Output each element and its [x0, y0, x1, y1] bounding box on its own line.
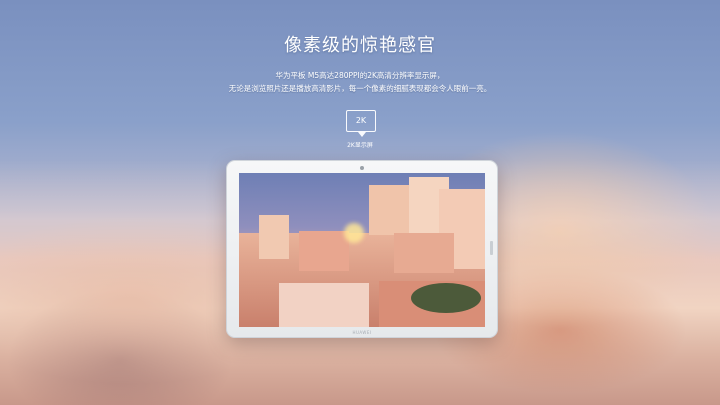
tablet-device: HUAWEI: [226, 160, 498, 338]
tablet-screen: [239, 173, 485, 327]
resolution-badge-caption: 2K显示屏: [347, 142, 373, 149]
screen-tree: [411, 283, 481, 313]
page-title: 像素级的惊艳感官: [284, 35, 436, 56]
screen-building: [299, 231, 349, 271]
tablet-side-button: [490, 241, 493, 255]
screen-building: [279, 283, 369, 327]
screen-light: [344, 223, 364, 243]
resolution-badge-icon: 2K: [346, 110, 376, 137]
screen-building: [369, 185, 409, 235]
description-line-1: 华为平板 M5高达280PPI的2K高清分辨率显示屏，: [275, 71, 445, 80]
screen-building: [394, 233, 454, 273]
camera-icon: [360, 166, 364, 170]
description: 华为平板 M5高达280PPI的2K高清分辨率显示屏， 无论是浏览照片还是播放高…: [0, 69, 720, 95]
description-line-2: 无论是浏览照片还是播放高清影片，每一个像素的细腻表现都会令人眼前一亮。: [228, 84, 492, 93]
screen-building: [259, 215, 289, 259]
tablet-brand-logo: HUAWEI: [352, 330, 372, 335]
